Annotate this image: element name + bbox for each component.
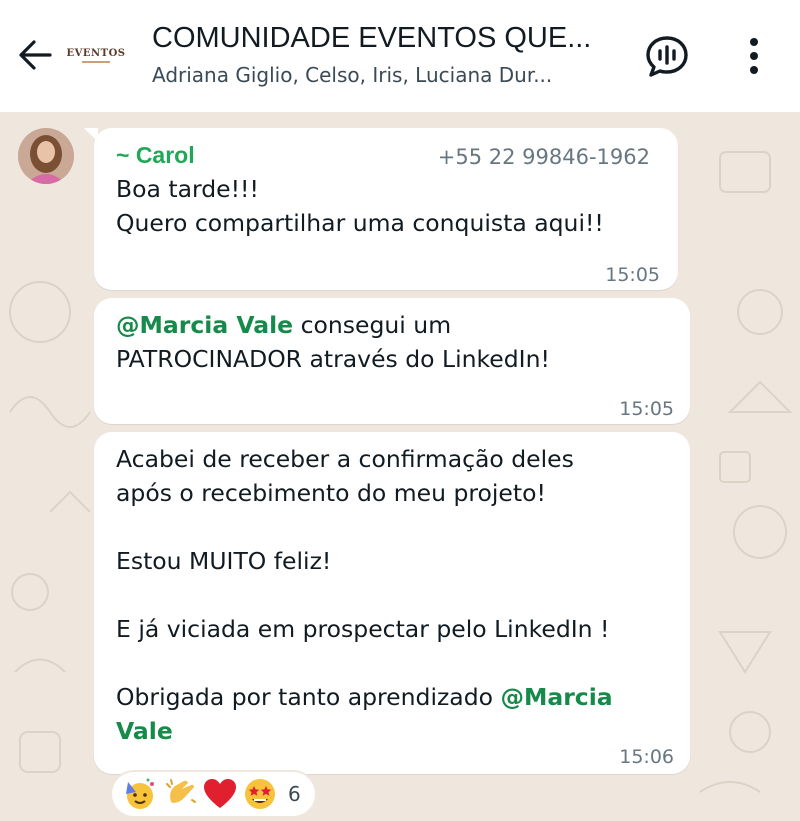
group-name: COMUNIDADE EVENTOS QUE... xyxy=(152,22,592,54)
star-struck-icon xyxy=(245,779,275,809)
chat-header: EVENTOS COMUNIDADE EVENTOS QUE... Adrian… xyxy=(0,0,800,112)
mention-link-continued[interactable]: Vale xyxy=(116,717,173,745)
red-heart-icon xyxy=(204,779,236,808)
message-text: Boa tarde!!! Quero compartilhar uma conq… xyxy=(116,175,604,237)
message-bubble[interactable]: ~ Carol +55 22 99846-1962 Boa tarde!!! Q… xyxy=(84,128,678,290)
mention-link[interactable]: @Marcia Vale xyxy=(116,311,293,339)
message-text-body: Acabei de receber a confirmação deles ap… xyxy=(116,445,610,711)
reactions-bar[interactable]: 6 xyxy=(112,772,315,816)
message-time: 15:05 xyxy=(605,264,660,286)
person-photo-icon xyxy=(18,128,74,184)
chat-title-block[interactable]: COMUNIDADE EVENTOS QUE... Adriana Giglio… xyxy=(152,20,622,88)
group-logo-text: EVENTOS xyxy=(66,47,126,59)
sender-name[interactable]: ~ Carol xyxy=(116,138,195,172)
message-time: 15:06 xyxy=(619,746,674,768)
back-arrow-icon[interactable] xyxy=(14,34,56,76)
party-face-icon xyxy=(126,778,154,809)
message-bubble[interactable]: Acabei de receber a confirmação deles ap… xyxy=(94,432,690,774)
message-bubble[interactable]: @Marcia Vale consegui um PATROCINADOR at… xyxy=(94,298,690,424)
logo-underline xyxy=(82,60,110,63)
more-options-icon[interactable] xyxy=(740,34,768,80)
mention-link[interactable]: @Marcia xyxy=(500,683,612,711)
reaction-count: 6 xyxy=(288,782,301,806)
group-avatar[interactable]: EVENTOS xyxy=(66,38,126,72)
message-text: @Marcia Vale consegui um PATROCINADOR at… xyxy=(116,308,550,376)
group-members: Adriana Giglio, Celso, Iris, Luciana Dur… xyxy=(152,63,553,87)
sender-avatar[interactable] xyxy=(18,128,74,184)
clapping-hands-icon xyxy=(166,779,196,803)
sender-phone: +55 22 99846-1962 xyxy=(437,145,650,169)
message-time: 15:05 xyxy=(619,398,674,420)
voice-chat-icon[interactable] xyxy=(644,34,690,80)
message-text: Acabei de receber a confirmação deles ap… xyxy=(116,442,613,748)
